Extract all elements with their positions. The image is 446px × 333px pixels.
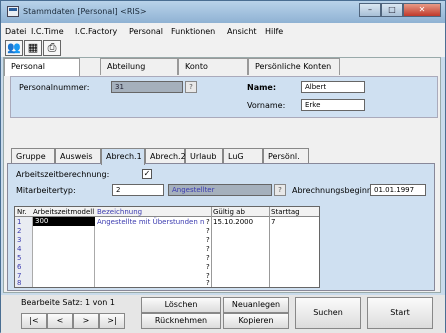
menu-hilfe[interactable]: Hilfe bbox=[265, 27, 283, 36]
vorname-label: Vorname: bbox=[247, 101, 286, 110]
people-icon[interactable]: 👥 bbox=[5, 40, 23, 56]
name-label: Name: bbox=[247, 83, 277, 92]
row-number: 4 bbox=[17, 245, 22, 253]
selected-cell[interactable]: 300 bbox=[33, 217, 95, 226]
window-title: Stammdaten [Personal] <RIS> bbox=[23, 7, 147, 16]
row-number: 6 bbox=[17, 263, 22, 271]
calendar-icon[interactable]: ▦ bbox=[24, 40, 42, 56]
ruecknehmen-button[interactable]: Rücknehmen bbox=[141, 313, 221, 329]
tab-personal[interactable]: Personal bbox=[4, 58, 80, 76]
subtab-gruppe[interactable]: Gruppe bbox=[11, 148, 55, 164]
abrechnungsbeginn-field[interactable]: 01.01.1997 bbox=[370, 184, 426, 196]
subtab-lug[interactable]: LuG bbox=[223, 148, 263, 164]
neuanlegen-button[interactable]: Neuanlegen bbox=[223, 297, 289, 313]
menu-datei[interactable]: Datei bbox=[5, 27, 26, 36]
record-status: Bearbeite Satz: 1 von 1 bbox=[21, 298, 115, 307]
col-starttag: Starttag bbox=[271, 208, 300, 216]
abrech-panel: Arbeitszeitberechnung: ✓ Mitarbeitertyp:… bbox=[7, 163, 435, 291]
menu-personal[interactable]: Personal bbox=[129, 27, 163, 36]
tab-persoenliche-konten[interactable]: Persönliche Konten bbox=[248, 58, 340, 75]
name-field[interactable]: Albert bbox=[301, 81, 365, 93]
bottom-bar: Bearbeite Satz: 1 von 1 |< < > >| Lösche… bbox=[1, 295, 445, 333]
lookup-cell[interactable]: ? bbox=[206, 279, 210, 287]
subtab-abrech2[interactable]: Abrech.2 bbox=[145, 148, 186, 164]
sub-tabs: Gruppe Ausweis Abrech.1 Abrech.2 Urlaub … bbox=[7, 148, 435, 165]
starttag-cell[interactable]: 7 bbox=[271, 218, 275, 226]
start-button[interactable]: Start bbox=[367, 297, 433, 329]
mitarbeitertyp-description: Angestellter bbox=[168, 184, 272, 196]
last-record-button[interactable]: >| bbox=[99, 313, 125, 329]
row-number: 8 bbox=[17, 279, 22, 287]
minimize-button[interactable]: – bbox=[359, 3, 381, 17]
row-number: 2 bbox=[17, 227, 22, 235]
subtab-persoenl[interactable]: Persönl. bbox=[263, 148, 309, 164]
menu-ansicht[interactable]: Ansicht bbox=[227, 27, 257, 36]
gueltig-cell[interactable]: 15.10.2000 bbox=[213, 218, 253, 226]
tab-abteilung[interactable]: Abteilung bbox=[100, 58, 178, 75]
personalnummer-field[interactable]: 31 bbox=[111, 81, 183, 93]
next-record-button[interactable]: > bbox=[73, 313, 99, 329]
col-gueltig-ab: Gültig ab bbox=[213, 208, 245, 216]
close-button[interactable]: ✕ bbox=[403, 3, 441, 17]
lookup-cell[interactable]: ? bbox=[206, 245, 210, 253]
mitarbeitertyp-field[interactable]: 2 bbox=[112, 184, 164, 196]
app-icon bbox=[7, 6, 19, 17]
lookup-cell[interactable]: ? bbox=[206, 263, 210, 271]
menu-bar: Datei I.C.Time I.C.Factory Personal Funk… bbox=[1, 23, 445, 39]
col-arbeitszeitmodell: Arbeitszeitmodell bbox=[33, 208, 95, 216]
toolbar: 👥 ▦ ⎙ bbox=[1, 39, 445, 57]
main-window: Stammdaten [Personal] <RIS> – □ ✕ Datei … bbox=[0, 0, 446, 333]
col-bezeichnung: Bezeichnung bbox=[97, 208, 143, 216]
mitarbeitertyp-lookup-button[interactable]: ? bbox=[274, 184, 286, 196]
subtab-abrech1[interactable]: Abrech.1 bbox=[101, 148, 145, 165]
menu-funktionen[interactable]: Funktionen bbox=[171, 27, 215, 36]
arbeitszeitberechnung-checkbox[interactable]: ✓ bbox=[142, 169, 152, 179]
arbeitszeitmodell-table: Nr. Arbeitszeitmodell Bezeichnung Gültig… bbox=[14, 206, 320, 288]
personalnummer-label: Personalnummer: bbox=[19, 83, 90, 92]
col-nr: Nr. bbox=[17, 208, 27, 216]
lookup-cell[interactable]: ? bbox=[206, 236, 210, 244]
tab-konto[interactable]: Konto bbox=[178, 58, 248, 75]
kopieren-button[interactable]: Kopieren bbox=[223, 313, 289, 329]
subtab-urlaub[interactable]: Urlaub bbox=[185, 148, 223, 164]
abrechnungsbeginn-label: Abrechnungsbeginn: bbox=[292, 186, 375, 195]
maximize-button[interactable]: □ bbox=[381, 3, 403, 17]
employee-header: Personalnummer: 31 ? Name: Albert Vornam… bbox=[10, 76, 438, 118]
row-number: 5 bbox=[17, 254, 22, 262]
prev-record-button[interactable]: < bbox=[47, 313, 73, 329]
title-bar[interactable]: Stammdaten [Personal] <RIS> – □ ✕ bbox=[1, 1, 445, 23]
mitarbeitertyp-label: Mitarbeitertyp: bbox=[16, 186, 76, 195]
first-record-button[interactable]: |< bbox=[21, 313, 47, 329]
menu-ictime[interactable]: I.C.Time bbox=[31, 27, 64, 36]
lookup-cell[interactable]: ? bbox=[206, 218, 210, 226]
bezeichnung-cell: Angestellte mit Überstunden n bbox=[97, 218, 205, 226]
arbeitszeitberechnung-label: Arbeitszeitberechnung: bbox=[16, 170, 110, 179]
model-cell: 300 bbox=[35, 217, 49, 225]
loeschen-button[interactable]: Löschen bbox=[141, 297, 221, 313]
row-number: 1 bbox=[17, 218, 22, 226]
menu-icfactory[interactable]: I.C.Factory bbox=[75, 27, 117, 36]
personalnummer-lookup-button[interactable]: ? bbox=[185, 81, 197, 93]
suchen-button[interactable]: Suchen bbox=[295, 297, 361, 329]
row-number: 3 bbox=[17, 236, 22, 244]
lookup-cell[interactable]: ? bbox=[206, 227, 210, 235]
lookup-cell[interactable]: ? bbox=[206, 254, 210, 262]
vorname-field[interactable]: Erke bbox=[301, 99, 365, 111]
subtab-ausweis[interactable]: Ausweis bbox=[55, 148, 101, 164]
print-icon[interactable]: ⎙ bbox=[43, 40, 61, 56]
